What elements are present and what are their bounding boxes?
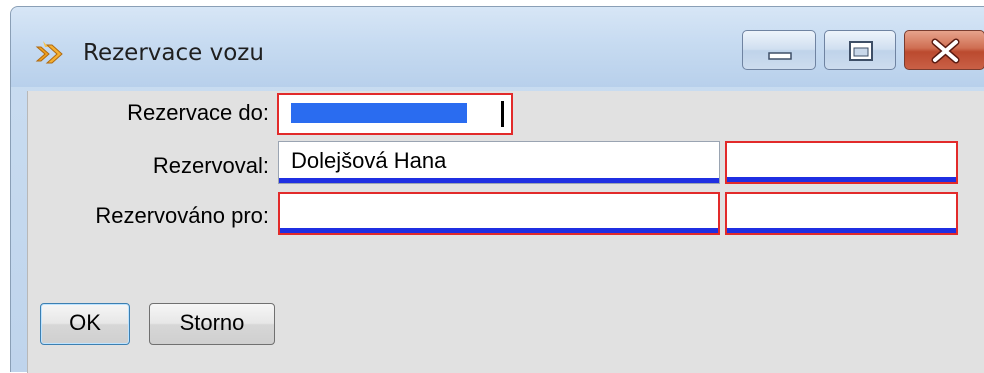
cancel-button[interactable]: Storno — [149, 303, 275, 345]
reserved-by-label: Rezervoval: — [152, 153, 269, 178]
close-button[interactable] — [904, 30, 984, 70]
app-icon — [35, 41, 63, 64]
dialog-window: Rezervace vozu Rezervace do: Rezervoval:… — [10, 6, 984, 373]
reserved-by-value: Dolejšová Hana — [291, 148, 447, 173]
text-caret — [501, 101, 504, 127]
reserved-for-field[interactable] — [278, 192, 720, 235]
maximize-icon — [849, 41, 873, 61]
field-underline — [727, 228, 956, 233]
minimize-button[interactable] — [742, 30, 816, 70]
field-underline — [727, 177, 956, 182]
dialog-body: Rezervace do: Rezervoval: Dolejšová Hana… — [27, 91, 984, 373]
ok-button[interactable]: OK — [40, 303, 130, 345]
field-underline — [279, 178, 719, 183]
field-underline — [280, 228, 718, 233]
title-bar[interactable]: Rezervace vozu — [11, 7, 984, 87]
close-icon — [931, 38, 960, 64]
reserved-by-field[interactable]: Dolejšová Hana — [278, 141, 720, 184]
reserved-for-extra-field[interactable] — [725, 192, 958, 235]
reserved-by-extra-field[interactable] — [725, 141, 958, 184]
reserved-until-label: Rezervace do: — [127, 100, 269, 125]
reserved-for-label: Rezervováno pro: — [95, 203, 269, 228]
text-selection — [291, 103, 467, 123]
reserved-until-field[interactable] — [277, 93, 513, 135]
minimize-icon — [768, 52, 792, 60]
maximize-button[interactable] — [824, 30, 896, 70]
window-title: Rezervace vozu — [83, 40, 264, 66]
